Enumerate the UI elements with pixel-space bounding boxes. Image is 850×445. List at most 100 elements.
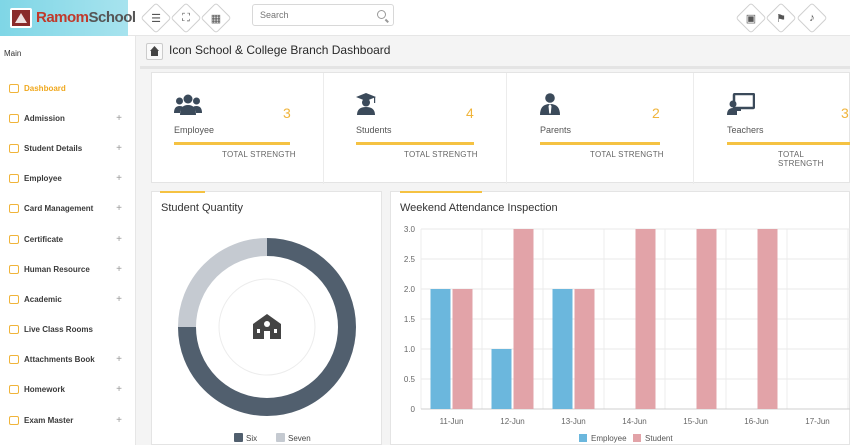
y-tick-label: 1.5 [404,315,416,324]
sidebar-item-label: Admission [24,113,65,123]
stat-bar [727,142,850,145]
stat-sub: TOTAL STRENGTH [222,150,296,159]
x-tick-label: 15-Jun [683,417,707,426]
logo-text: RamomSchool [36,9,136,26]
sidebar-item-label: Attachments Book [24,355,95,365]
stat-count: 3 [283,105,291,121]
search-input[interactable] [260,5,372,25]
header-divider [140,66,850,69]
bar-student-11-jun[interactable] [452,289,473,409]
page-title: Icon School & College Branch Dashboard [169,43,391,57]
expand-plus-icon[interactable]: + [116,264,122,275]
legend-seven[interactable]: Seven [276,433,311,443]
sidebar-item-student-details[interactable]: Student Details + [0,133,136,163]
sidebar-item-homework[interactable]: Homework + [0,375,136,405]
graduate-icon [354,93,378,115]
student-quantity-panel: Student Quantity Six Seven [151,191,382,445]
menu-toggle-button[interactable]: ☰ [140,2,172,34]
legend-label: Six [246,434,257,443]
stats-panel: Employee 3 TOTAL STRENGTH Students 4 TOT… [151,72,850,184]
stat-bar [356,142,474,145]
legend-label: Seven [288,434,311,443]
x-tick-label: 16-Jun [744,417,768,426]
flag-icon: ⚑ [776,12,786,25]
stat-count: 3 [841,105,849,121]
bar-student-15-jun[interactable] [696,229,717,409]
sidebar-item-exam-master[interactable]: Exam Master + [0,405,136,435]
expand-plus-icon[interactable]: + [116,113,122,124]
bar-student-16-jun[interactable] [757,229,778,409]
sidebar-item-admission[interactable]: Admission + [0,103,136,133]
sidebar-item-label: Card Management [24,204,94,214]
stat-count: 2 [652,105,660,121]
sidebar-item-dashboard[interactable]: Dashboard [0,73,136,103]
home-icon[interactable] [146,43,163,60]
flag-button[interactable]: ⚑ [765,2,797,34]
expand-plus-icon[interactable]: + [116,384,122,395]
y-tick-label: 2.5 [404,255,416,264]
sidebar-item-employee[interactable]: Employee + [0,164,136,194]
logo-text-part1: Ramom [36,9,89,26]
legend-label: Student [645,434,673,443]
search-icon[interactable] [377,10,386,19]
bar-chart: 0 0.5 1.0 1.5 2.0 2.5 3.0 11-Jun 12-Jun 13-Jun 14-… [404,225,850,443]
menu-item-icon [9,204,19,214]
stat-sub: TOTAL STRENGTH [778,150,824,168]
x-tick-label: 13-Jun [561,417,585,426]
attendance-panel: Weekend Attendance Inspection 0 0.5 1.0 1.5… [390,191,850,445]
menu-item-icon [9,294,19,304]
notifications-button[interactable]: ♪ [796,2,828,34]
sidebar-item-attachments-book[interactable]: Attachments Book + [0,345,136,375]
legend-employee[interactable]: Employee [579,434,627,443]
x-tick-label: 14-Jun [622,417,646,426]
user-tie-icon [540,93,560,115]
menu-item-icon [9,355,19,365]
bar-employee-13-jun[interactable] [552,289,573,409]
y-tick-label: 2.0 [404,285,416,294]
expand-plus-icon[interactable]: + [116,143,122,154]
stat-employee: Employee 3 TOTAL STRENGTH [152,73,324,184]
stat-parents: Parents 2 TOTAL STRENGTH [507,73,694,184]
sidebar-item-human-resource[interactable]: Human Resource + [0,254,136,284]
donut-slice-seven[interactable] [178,238,268,328]
stat-label: Students [356,125,392,135]
expand-plus-icon[interactable]: + [116,294,122,305]
hamburger-icon: ☰ [151,12,161,25]
y-tick-label: 0.5 [404,375,416,384]
bar-employee-12-jun[interactable] [491,349,512,409]
bar-student-14-jun[interactable] [635,229,656,409]
menu-item-icon [9,174,19,184]
legend-six[interactable]: Six [234,433,257,443]
stat-sub: TOTAL STRENGTH [404,150,478,159]
search-box [252,4,394,26]
sidebar-item-certificate[interactable]: Certificate + [0,224,136,254]
bar-employee-11-jun[interactable] [430,289,451,409]
grid-icon: ▦ [210,12,222,25]
bar-student-12-jun[interactable] [513,229,534,409]
expand-plus-icon[interactable]: + [116,354,122,365]
x-tick-label: 12-Jun [500,417,524,426]
app-logo[interactable]: RamomSchool [0,0,136,36]
fullscreen-button[interactable]: ⛶ [170,2,202,34]
sidebar: Main Dashboard Admission + Student Details +… [0,36,136,445]
sidebar-item-label: Student Details [24,143,83,153]
expand-plus-icon[interactable]: + [116,173,122,184]
y-tick-label: 3.0 [404,225,416,234]
sidebar-item-academic[interactable]: Academic + [0,284,136,314]
stat-bar [540,142,660,145]
sidebar-item-label: Homework [24,385,65,395]
expand-plus-icon[interactable]: + [116,203,122,214]
legend-student[interactable]: Student [633,434,673,443]
top-bar: RamomSchool ☰ ⛶ ▦ ▣ ⚑ ♪ [0,0,850,36]
sidebar-item-card-management[interactable]: Card Management + [0,194,136,224]
calendar-button[interactable]: ▣ [735,2,767,34]
sidebar-item-label: Exam Master [24,415,74,425]
expand-plus-icon[interactable]: + [116,234,122,245]
logo-text-part2: School [88,9,137,26]
sidebar-item-live-class-rooms[interactable]: Live Class Rooms [0,315,136,345]
bar-student-13-jun[interactable] [574,289,595,409]
apps-button[interactable]: ▦ [200,2,232,34]
expand-plus-icon[interactable]: + [116,415,122,426]
stat-sub: TOTAL STRENGTH [590,150,664,159]
legend-label: Employee [591,434,627,443]
